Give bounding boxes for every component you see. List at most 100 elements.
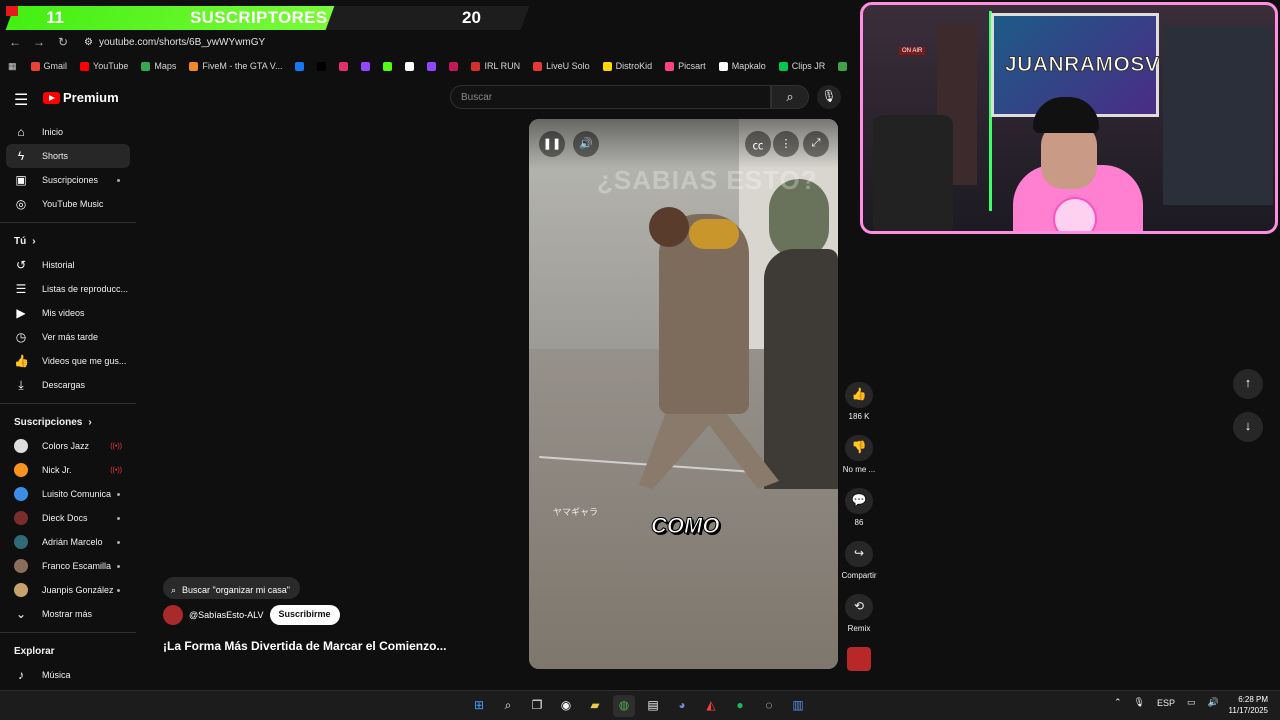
watch-later-icon: ◷ [15,330,27,344]
bookmark-item[interactable] [295,61,305,71]
channel-avatar[interactable] [163,605,183,625]
more-options-button[interactable]: ⋮ [773,131,799,157]
address-bar[interactable]: ⚙ youtube.com/shorts/6B_ywWYwmGY [84,37,265,48]
sidebar-item-you-4[interactable]: 👍 Videos que me gus... [0,349,140,373]
streamer-webcam: JUANRAMOSV ON AIR [860,2,1278,234]
bookmark-item[interactable] [317,61,327,71]
next-short-button[interactable]: ↓ [1233,412,1263,442]
file-explorer-icon[interactable]: ▰ [584,695,606,717]
sidebar-item-you-5[interactable]: ⤓ Descargas [0,373,140,397]
sidebar-item-suscripciones[interactable]: ▣ Suscripciones [0,168,140,192]
menu-icon[interactable]: ☰ [14,90,28,110]
sidebar-subscription-item[interactable]: Luisito Comunica [0,482,140,506]
share-button[interactable]: ↪ Compartir [838,541,880,594]
sidebar-subscription-item[interactable]: Adrián Marcelo [0,530,140,554]
volume-tray-icon[interactable]: 🔊 [1208,697,1219,708]
back-icon[interactable]: ← [8,35,22,49]
sidebar-item-music[interactable]: ♪ Música [0,663,140,687]
tray-chevron-icon[interactable]: ⌃ [1114,697,1122,708]
voice-search-button[interactable]: 🎙 [817,85,841,109]
sidebar-subscription-item[interactable]: Nick Jr. ((•)) [0,458,140,482]
bookmark-item[interactable] [383,61,393,71]
bookmark-item[interactable] [405,61,415,71]
sidebar-item-you-0[interactable]: ↺ Historial [0,253,140,277]
bookmark-item[interactable]: IRL RUN [471,61,520,71]
shorts-video-player[interactable]: ¿SABIAS ESTO? ヤマギャラ COMO ❚❚ 🔊 ㏄ ⋮ ⤢ [529,119,838,669]
sidebar-item-label: Listas de reproducc... [42,284,129,294]
taskbar-search-icon[interactable]: ⌕ [497,695,519,717]
audio-thumbnail[interactable] [847,647,871,671]
search-button[interactable]: ⌕ [771,85,809,109]
bookmark-item[interactable]: Clips JR [778,61,825,71]
bookmark-item[interactable]: DistroKid [602,61,652,71]
pause-button[interactable]: ❚❚ [539,131,565,157]
app-icon[interactable]: ▥ [787,695,809,717]
fullscreen-button[interactable]: ⤢ [803,131,829,157]
store-icon[interactable]: ▤ [642,695,664,717]
like-button[interactable]: 👍 186 K [838,382,880,435]
clock[interactable]: 6:28 PM 11/17/2025 [1224,694,1268,716]
bookmark-favicon-icon [30,61,40,71]
bookmark-item[interactable] [339,61,349,71]
discord-icon[interactable]: ◕ [671,695,693,717]
comments-button[interactable]: 💬 86 [838,488,880,541]
video-title[interactable]: ¡La Forma Más Divertida de Marcar el Com… [163,639,446,653]
forward-icon[interactable]: → [32,35,46,49]
search-input[interactable]: Buscar [450,85,771,109]
task-view-icon[interactable]: ❐ [526,695,548,717]
start-icon[interactable]: ⊞ [468,695,490,717]
captions-button[interactable]: ㏄ [745,131,771,157]
youtube-premium-logo[interactable]: Premium [43,90,119,105]
bookmark-item[interactable]: Picsart [665,61,706,71]
show-more-button[interactable]: ⌄ Mostrar más [0,602,140,626]
sidebar-item-you-1[interactable]: ☰ Listas de reproducc... [0,277,140,301]
sidebar-item-inicio[interactable]: ⌂ Inicio [0,120,140,144]
sidebar-subscription-item[interactable]: Franco Escamilla [0,554,140,578]
bookmark-item[interactable] [427,61,437,71]
bookmark-item[interactable]: Mapkalo [718,61,766,71]
sidebar-subscription-item[interactable]: Juanpis González [0,578,140,602]
search-suggestion-chip[interactable]: ⌕ Buscar "organizar mi casa" [163,577,300,599]
remix-button[interactable]: ⟲ Remix [838,594,880,647]
network-icon[interactable]: ▭ [1187,697,1196,708]
bookmark-item[interactable]: Gmail [30,61,67,71]
sidebar-subs-header[interactable]: Suscripciones › [0,410,140,434]
sidebar-item-label: Inicio [42,127,64,137]
bookmark-item[interactable] [838,61,848,71]
volume-button[interactable]: 🔊 [573,131,599,157]
sidebar-subscription-item[interactable]: Dieck Docs [0,506,140,530]
dislike-button[interactable]: 👎 No me ... [838,435,880,488]
share-icon: ↪ [845,541,873,567]
steam-icon[interactable]: ◉ [555,695,577,717]
apps-icon[interactable]: ▦ [8,61,17,72]
sidebar-item-label: Historial [42,260,75,270]
reload-icon[interactable]: ↻ [56,35,70,49]
bookmark-item[interactable]: LiveU Solo [533,61,590,71]
sidebar-item-youtube-music[interactable]: ◎ YouTube Music [0,192,140,216]
obs-icon[interactable]: ◌ [758,695,780,717]
spotify-icon[interactable]: ● [729,695,751,717]
bookmark-item[interactable] [449,61,459,71]
bookmark-item[interactable]: Maps [141,61,176,71]
tray-mic-icon[interactable]: 🎙 [1134,697,1145,708]
sidebar-item-you-3[interactable]: ◷ Ver más tarde [0,325,140,349]
bookmark-item[interactable] [361,61,371,71]
chrome-icon[interactable]: ◍ [613,695,635,717]
bookmark-favicon-icon [533,61,543,71]
subscribe-button[interactable]: Suscribirme [269,605,340,625]
language-indicator[interactable]: ESP [1157,698,1175,708]
site-info-icon[interactable]: ⚙ [84,37,93,48]
sidebar-you-header[interactable]: Tú › [0,229,140,253]
previous-short-button[interactable]: ↑ [1233,369,1263,399]
goal-bar-marker [6,6,18,16]
bookmark-item[interactable]: YouTube [80,61,128,71]
comment-count: 86 [854,518,864,527]
channel-name[interactable]: @SabíasEsto-ALV [189,610,264,620]
streaming-app-icon[interactable]: ◭ [700,695,722,717]
sidebar-item-shorts[interactable]: ϟ Shorts [6,144,130,168]
new-content-dot [117,588,120,592]
bookmark-favicon-icon [295,61,305,71]
sidebar-item-you-2[interactable]: ▶ Mis videos [0,301,140,325]
bookmark-item[interactable]: FiveM - the GTA V... [189,61,282,71]
sidebar-subscription-item[interactable]: Colors Jazz ((•)) [0,434,140,458]
